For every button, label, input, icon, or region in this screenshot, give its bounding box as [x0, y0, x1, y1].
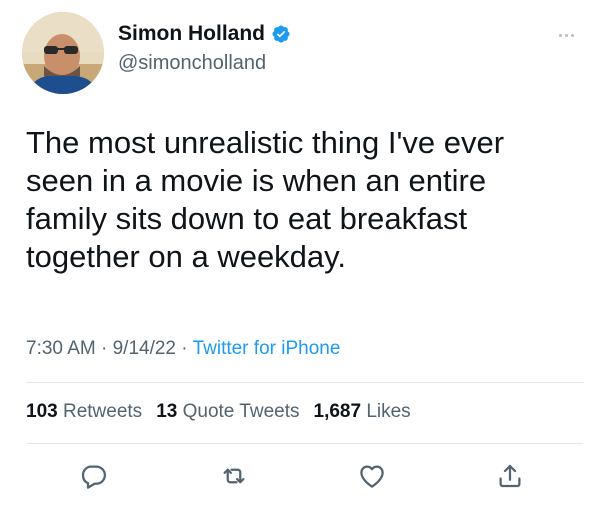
tweet-text-line: The most unrealistic thing I've ever — [26, 125, 505, 160]
verified-badge-icon — [272, 25, 290, 43]
retweets-stat[interactable]: 103 Retweets — [26, 401, 142, 423]
tweet-text-line: family sits down to eat breakfast — [26, 201, 468, 236]
avatar[interactable] — [22, 12, 104, 94]
share-button[interactable] — [493, 459, 527, 493]
like-button[interactable] — [355, 459, 389, 493]
retweet-icon — [223, 468, 245, 484]
meta-separator: · — [101, 338, 108, 359]
tweet-time[interactable]: 7:30 AM — [26, 338, 96, 359]
more-options-icon[interactable] — [554, 30, 578, 40]
engagement-stats: 103 Retweets 13 Quote Tweets 1,687 Likes — [26, 401, 411, 423]
reply-button[interactable] — [77, 459, 111, 493]
reply-icon — [81, 465, 106, 489]
retweets-count: 103 — [26, 401, 58, 422]
retweet-button[interactable] — [217, 459, 251, 493]
divider — [26, 443, 583, 444]
tweet-text-line: together on a weekday. — [26, 239, 346, 274]
tweet-card: Simon Holland @simoncholland The most un… — [0, 0, 607, 505]
retweets-label: Retweets — [62, 401, 143, 422]
display-name[interactable]: Simon Holland — [118, 22, 265, 46]
tweet-source-link[interactable]: Twitter for iPhone — [193, 338, 341, 359]
tweet-date[interactable]: 9/14/22 — [113, 338, 176, 359]
tweet-text-line: seen in a movie is when an entire — [26, 163, 487, 198]
tweet-actions — [0, 459, 607, 495]
quote-tweets-count: 13 — [156, 401, 178, 422]
avatar-photo — [22, 12, 104, 94]
quote-tweets-stat[interactable]: 13 Quote Tweets — [156, 401, 299, 423]
divider — [26, 382, 583, 383]
meta-separator: · — [181, 338, 188, 359]
tweet-meta: 7:30 AM · 9/14/22 · Twitter for iPhone — [26, 338, 340, 360]
share-icon — [499, 464, 521, 488]
likes-count: 1,687 — [313, 401, 362, 422]
like-icon — [360, 465, 384, 488]
quote-tweets-label: Quote Tweets — [182, 401, 300, 422]
tweet-text: The most unrealistic thing I've ever see… — [26, 124, 581, 276]
author-name-row: Simon Holland — [118, 22, 291, 46]
likes-stat[interactable]: 1,687 Likes — [314, 401, 411, 423]
author-handle[interactable]: @simoncholland — [118, 52, 266, 75]
likes-label: Likes — [366, 401, 411, 422]
